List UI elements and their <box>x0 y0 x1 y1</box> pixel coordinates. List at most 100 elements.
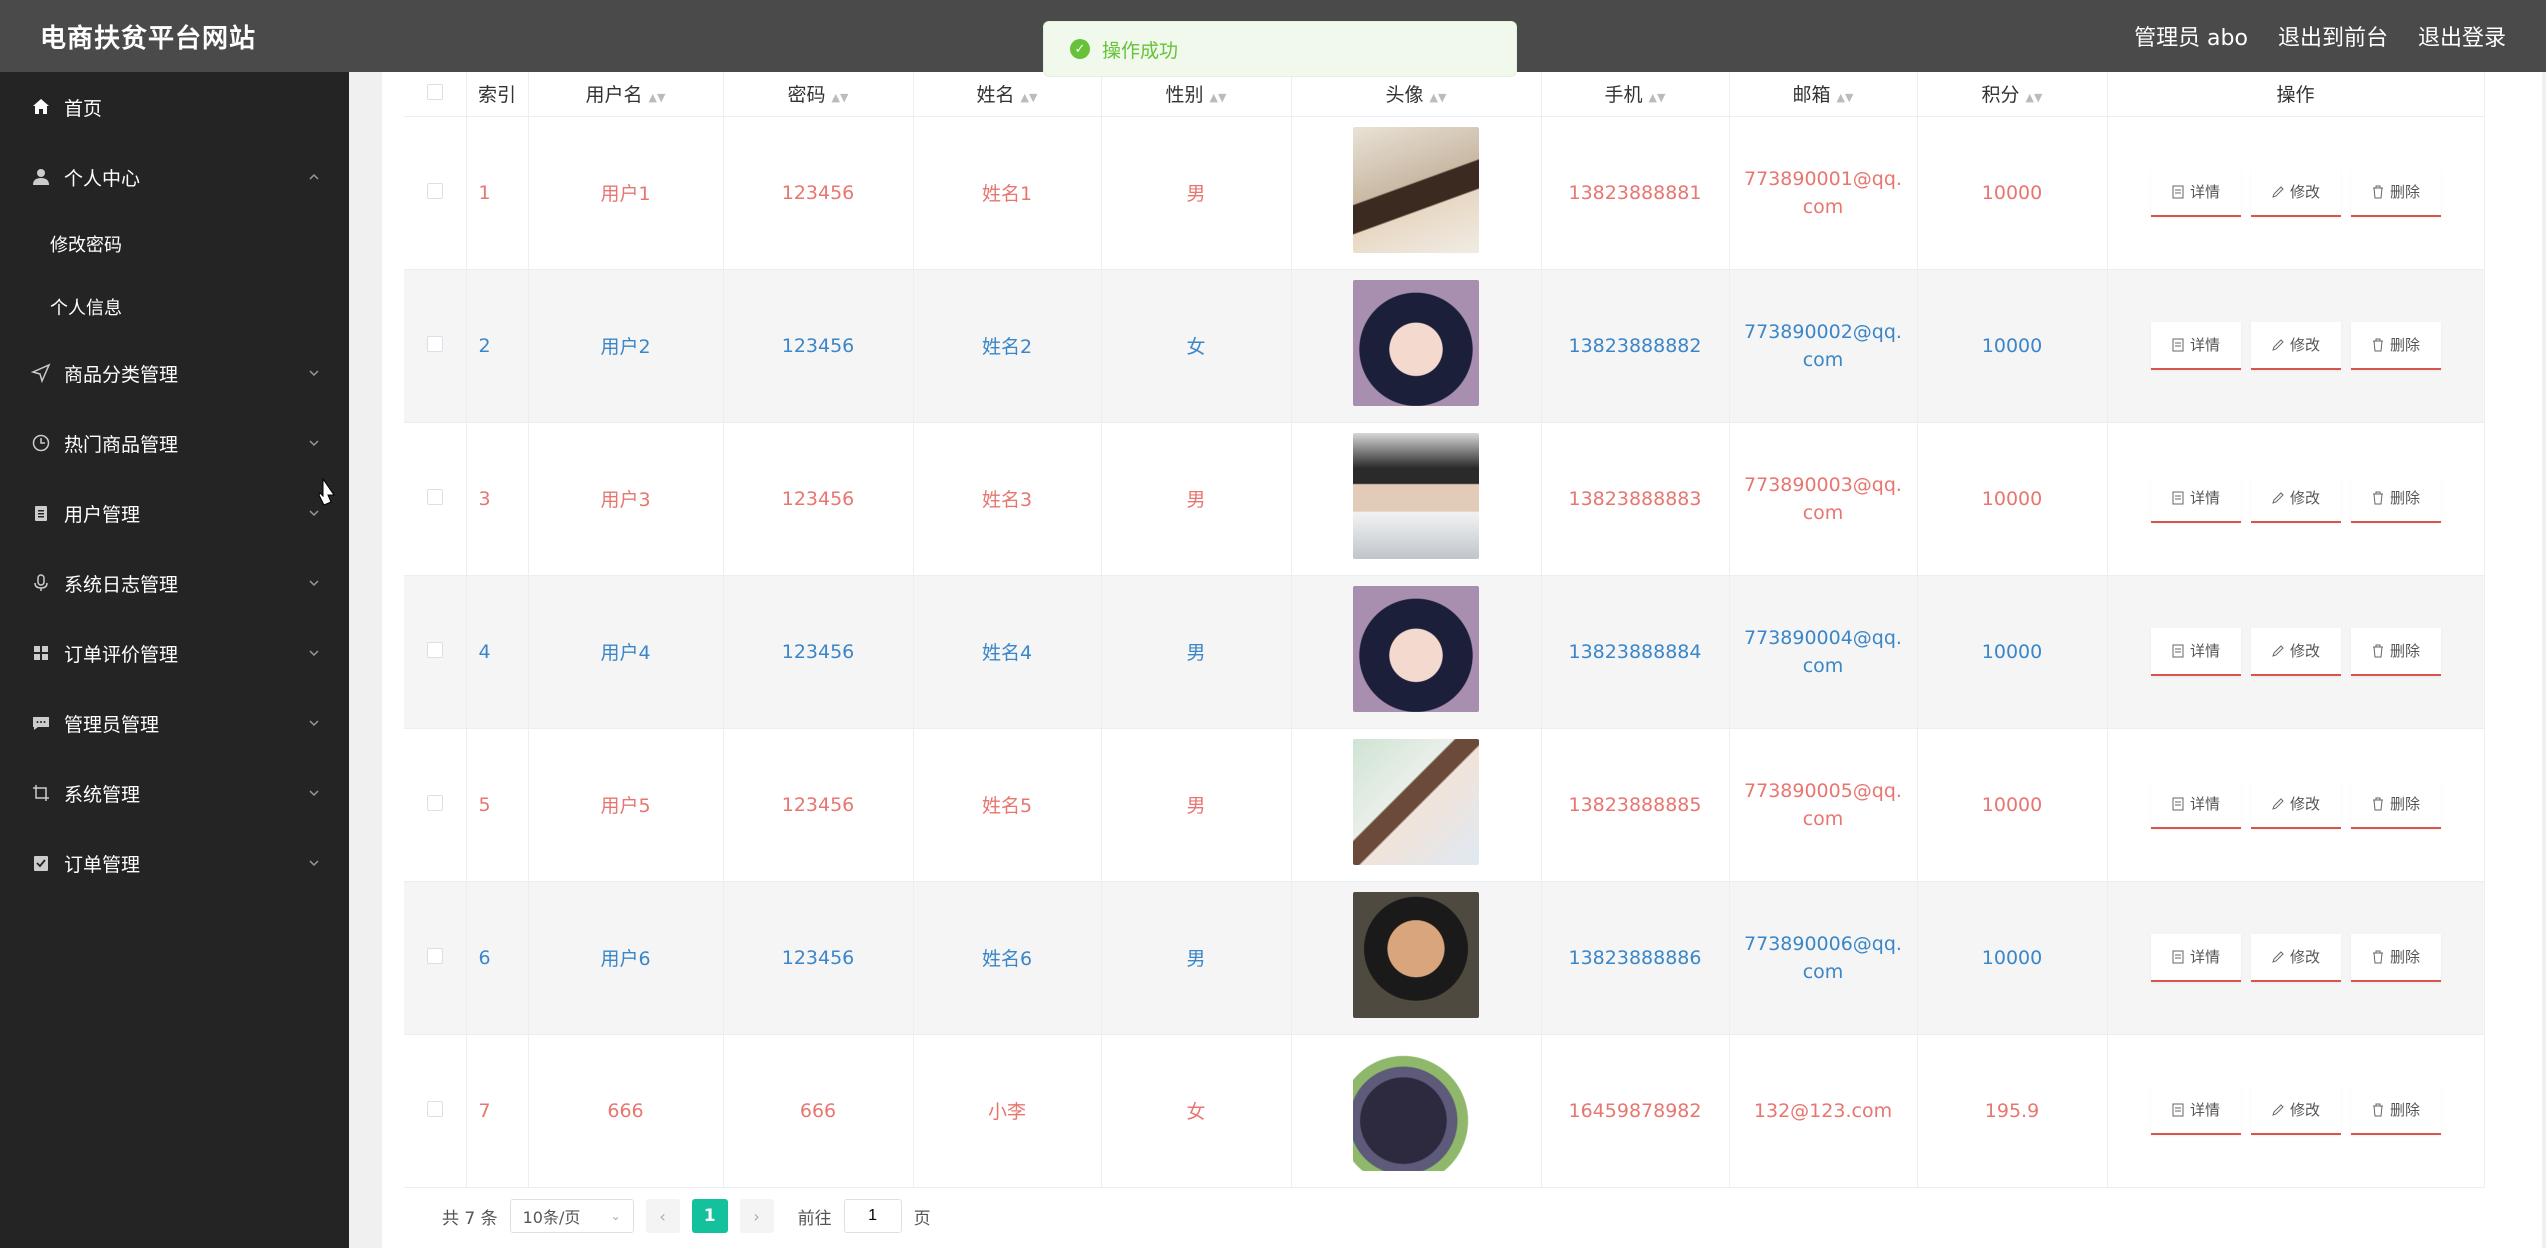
row-checkbox[interactable] <box>426 335 443 352</box>
sidebar-item-system[interactable]: 系统管理 <box>0 758 349 828</box>
row-checkbox[interactable] <box>426 182 443 199</box>
row-checkbox[interactable] <box>426 641 443 658</box>
edit-button[interactable]: 修改 <box>2250 168 2341 217</box>
sort-icon[interactable]: ▲▼ <box>1021 91 1038 104</box>
detail-button[interactable]: 详情 <box>2150 474 2241 523</box>
header-phone[interactable]: 手机 ▲▼ <box>1541 72 1730 117</box>
cell-name: 小李 <box>913 1034 1102 1188</box>
delete-button[interactable]: 删除 <box>2350 627 2441 676</box>
back-to-front-link[interactable]: 退出到前台 <box>2278 20 2388 52</box>
row-checkbox-cell[interactable] <box>404 1034 467 1188</box>
header-points[interactable]: 积分 ▲▼ <box>1917 72 2108 117</box>
sidebar-item-orders[interactable]: 订单管理 <box>0 828 349 898</box>
header-avatar[interactable]: 头像 ▲▼ <box>1291 72 1542 117</box>
row-checkbox[interactable] <box>426 947 443 964</box>
delete-label: 删除 <box>2389 642 2420 660</box>
delete-label: 删除 <box>2389 795 2420 813</box>
sidebar-item-personal-center[interactable]: 个人中心 <box>0 142 349 212</box>
sort-icon[interactable]: ▲▼ <box>1210 91 1227 104</box>
edit-button[interactable]: 修改 <box>2250 780 2341 829</box>
sort-icon[interactable]: ▲▼ <box>1837 91 1854 104</box>
next-page-button[interactable]: › <box>739 1199 774 1233</box>
cell-email: 773890003@qq.com <box>1729 422 1918 576</box>
select-all-checkbox[interactable] <box>426 83 443 100</box>
delete-button[interactable]: 删除 <box>2350 1086 2441 1135</box>
page-number-current[interactable]: 1 <box>691 1199 728 1233</box>
row-checkbox-cell[interactable] <box>404 422 467 576</box>
clock-icon <box>30 432 52 454</box>
header-password[interactable]: 密码 ▲▼ <box>723 72 914 117</box>
header-checkbox-cell[interactable] <box>404 72 467 117</box>
sidebar-item-hot-products[interactable]: 热门商品管理 <box>0 408 349 478</box>
row-checkbox-cell[interactable] <box>404 269 467 423</box>
detail-button[interactable]: 详情 <box>2150 627 2241 676</box>
detail-button[interactable]: 详情 <box>2150 321 2241 370</box>
row-checkbox[interactable] <box>426 1100 443 1117</box>
table-row[interactable]: 6 用户6 123456 姓名6 男 13823888886 773890006@qq.co… <box>404 881 2485 1035</box>
sidebar-item-category[interactable]: 商品分类管理 <box>0 338 349 408</box>
sidebar-item-label: 个人中心 <box>64 167 141 190</box>
sidebar-item-order-review[interactable]: 订单评价管理 <box>0 618 349 688</box>
header-index: 索引 <box>466 72 529 117</box>
prev-page-button[interactable]: ‹ <box>645 1199 680 1233</box>
delete-button[interactable]: 删除 <box>2350 321 2441 370</box>
table-row[interactable]: 1 用户1 123456 姓名1 男 13823888881 773890001@qq.co… <box>404 116 2485 270</box>
edit-button[interactable]: 修改 <box>2250 627 2341 676</box>
email-text: 773890001@qq.com <box>1744 167 1902 218</box>
sort-icon[interactable]: ▲▼ <box>832 91 849 104</box>
detail-label: 详情 <box>2189 336 2220 354</box>
sort-icon[interactable]: ▲▼ <box>1430 91 1447 104</box>
header-username[interactable]: 用户名 ▲▼ <box>528 72 724 117</box>
table-row[interactable]: 3 用户3 123456 姓名3 男 13823888883 773890003@qq.co… <box>404 422 2485 576</box>
header-label: 操作 <box>2276 84 2315 107</box>
sidebar-item-users[interactable]: 用户管理 <box>0 478 349 548</box>
edit-button[interactable]: 修改 <box>2250 1086 2341 1135</box>
row-checkbox-cell[interactable] <box>404 881 467 1035</box>
avatar <box>1353 1045 1479 1171</box>
header-actions: 操作 <box>2107 72 2485 117</box>
goto-page-input[interactable] <box>843 1199 902 1233</box>
detail-button[interactable]: 详情 <box>2150 933 2241 982</box>
delete-button[interactable]: 删除 <box>2350 933 2441 982</box>
header-email[interactable]: 邮箱 ▲▼ <box>1729 72 1918 117</box>
edit-button[interactable]: 修改 <box>2250 933 2341 982</box>
edit-button[interactable]: 修改 <box>2250 474 2341 523</box>
header-label: 积分 <box>1981 84 2020 107</box>
detail-button[interactable]: 详情 <box>2150 168 2241 217</box>
sort-icon[interactable]: ▲▼ <box>2026 91 2043 104</box>
cell-phone: 13823888882 <box>1541 269 1730 423</box>
table-row[interactable]: 5 用户5 123456 姓名5 男 13823888885 773890005@qq.co… <box>404 728 2485 882</box>
sidebar-item-label: 管理员管理 <box>64 713 160 736</box>
detail-button[interactable]: 详情 <box>2150 780 2241 829</box>
header-gender[interactable]: 性别 ▲▼ <box>1101 72 1292 117</box>
row-checkbox-cell[interactable] <box>404 116 467 270</box>
edit-button[interactable]: 修改 <box>2250 321 2341 370</box>
row-checkbox-cell[interactable] <box>404 728 467 882</box>
page-size-select[interactable]: 10条/页 ⌄ <box>509 1199 634 1233</box>
logout-link[interactable]: 退出登录 <box>2418 20 2506 52</box>
row-checkbox-cell[interactable] <box>404 575 467 729</box>
delete-button[interactable]: 删除 <box>2350 780 2441 829</box>
header-label: 密码 <box>787 84 826 107</box>
sidebar-item-home[interactable]: 首页 <box>0 72 349 142</box>
sort-icon[interactable]: ▲▼ <box>649 91 666 104</box>
edit-icon <box>2272 491 2284 504</box>
detail-button[interactable]: 详情 <box>2150 1086 2241 1135</box>
table-row[interactable]: 4 用户4 123456 姓名4 男 13823888884 773890004@qq.co… <box>404 575 2485 729</box>
delete-button[interactable]: 删除 <box>2350 474 2441 523</box>
header-label: 头像 <box>1385 84 1424 107</box>
sidebar-item-admins[interactable]: 管理员管理 <box>0 688 349 758</box>
chevron-down-icon <box>305 364 323 382</box>
table-row[interactable]: 7 666 666 小李女 16459878982 132@123.com 195.9 详情修… <box>404 1034 2485 1188</box>
header-name[interactable]: 姓名 ▲▼ <box>913 72 1102 117</box>
table-row[interactable]: 2 用户2 123456 姓名2 女 13823888882 773890002@qq.co… <box>404 269 2485 423</box>
sidebar-subitem-personal-info[interactable]: 个人信息 <box>0 275 349 338</box>
row-checkbox[interactable] <box>426 794 443 811</box>
sidebar-item-system-log[interactable]: 系统日志管理 <box>0 548 349 618</box>
edit-label: 修改 <box>2289 795 2320 813</box>
row-checkbox[interactable] <box>426 488 443 505</box>
crop-icon <box>30 782 52 804</box>
delete-button[interactable]: 删除 <box>2350 168 2441 217</box>
sidebar-subitem-change-password[interactable]: 修改密码 <box>0 212 349 275</box>
sort-icon[interactable]: ▲▼ <box>1649 91 1666 104</box>
